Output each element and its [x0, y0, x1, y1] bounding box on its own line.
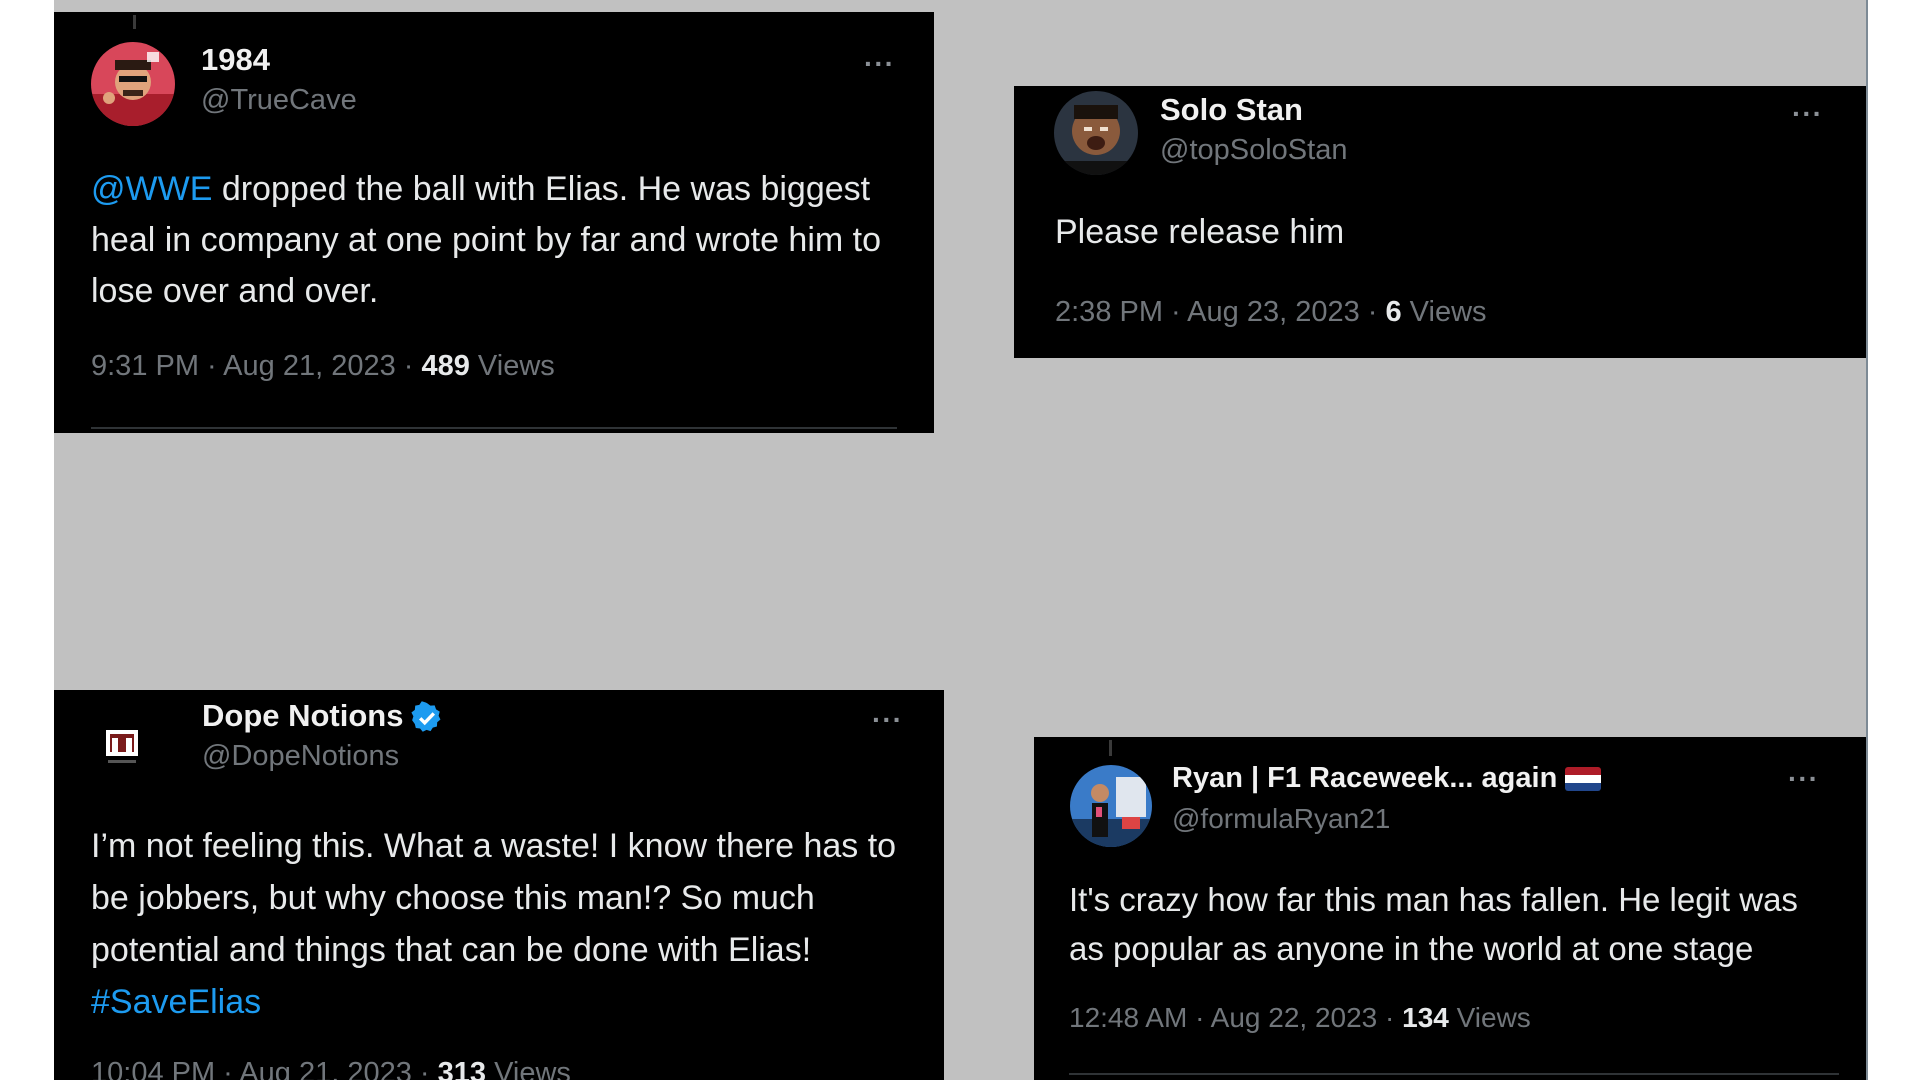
tweet-meta: 10:04 PM · Aug 21, 2023 · 313 Views [91, 1057, 571, 1080]
more-options-icon[interactable]: ··· [1788, 763, 1819, 795]
avatar-image [1070, 765, 1152, 847]
more-options-icon[interactable]: ··· [864, 48, 895, 80]
avatar-dopenotions[interactable] [80, 704, 164, 788]
screenshot-canvas: 1984 @TrueCave ··· @WWE dropped the ball… [0, 0, 1920, 1080]
tweet-text: I’m not feeling this. What a waste! I kn… [91, 820, 921, 1028]
avatar-formularyan21[interactable] [1070, 765, 1152, 847]
tweet-text: It's crazy how far this man has fallen. … [1069, 881, 1798, 967]
thread-connector [1109, 740, 1112, 756]
tweet-meta: 12:48 AM · Aug 22, 2023 · 134 Views [1069, 1002, 1531, 1034]
divider [91, 427, 897, 429]
divider [1069, 1073, 1839, 1075]
views-label: Views [1448, 1002, 1531, 1033]
avatar-image [1054, 91, 1138, 175]
dope-notions-logo-icon [80, 704, 164, 788]
display-name-text: Ryan | F1 Raceweek... again [1172, 762, 1558, 794]
tweet-text: Please release him [1055, 213, 1345, 251]
timestamp-link[interactable]: 2:38 PM · Aug 23, 2023 · [1055, 296, 1385, 328]
display-name[interactable]: 1984 [201, 42, 270, 78]
views-label: Views [486, 1057, 571, 1080]
thread-connector [133, 15, 136, 29]
timestamp-link[interactable]: 12:48 AM · Aug 22, 2023 · [1069, 1002, 1402, 1033]
display-name[interactable]: Dope Notions [202, 698, 444, 735]
border-line [1866, 0, 1868, 1080]
tweet-card-formularyan21[interactable]: Ryan | F1 Raceweek... again @formulaRyan… [1034, 737, 1866, 1080]
timestamp-link[interactable]: 9:31 PM · Aug 21, 2023 · [91, 350, 421, 382]
more-options-icon[interactable]: ··· [872, 704, 903, 736]
more-options-icon[interactable]: ··· [1792, 98, 1823, 130]
view-count: 313 [437, 1057, 487, 1080]
avatar-truecave[interactable] [91, 42, 175, 126]
hashtag-link[interactable]: #SaveElias [91, 983, 261, 1021]
mention-link[interactable]: @WWE [91, 170, 212, 208]
tweet-card-dopenotions[interactable]: Dope Notions @DopeNotions ··· I’m not fe… [54, 690, 944, 1080]
verified-badge-icon [410, 701, 440, 732]
avatar-toposolostan[interactable] [1054, 91, 1138, 175]
user-handle[interactable]: @TrueCave [201, 84, 357, 117]
user-handle[interactable]: @DopeNotions [202, 740, 399, 773]
tweet-card-truecave[interactable]: 1984 @TrueCave ··· @WWE dropped the ball… [54, 12, 934, 433]
display-name-text: Dope Notions [202, 698, 404, 733]
views-label: Views [1401, 296, 1487, 328]
display-name[interactable]: Ryan | F1 Raceweek... again [1172, 762, 1602, 795]
timestamp-link[interactable]: 10:04 PM · Aug 21, 2023 · [91, 1057, 438, 1080]
view-count: 489 [421, 350, 470, 382]
display-name[interactable]: Solo Stan [1160, 92, 1303, 128]
user-handle[interactable]: @topSoloStan [1160, 134, 1347, 167]
netherlands-flag-icon [1565, 767, 1602, 792]
tweet-meta: 2:38 PM · Aug 23, 2023 · 6 Views [1055, 296, 1487, 329]
tweet-body-text: I’m not feeling this. What a waste! I kn… [91, 827, 897, 969]
tweet-card-toposolostan[interactable]: Solo Stan @topSoloStan ··· Please releas… [1014, 86, 1866, 358]
view-count: 6 [1385, 296, 1402, 328]
tweet-meta: 9:31 PM · Aug 21, 2023 · 489 Views [91, 350, 555, 383]
avatar-image [91, 42, 175, 126]
tweet-text: @WWE dropped the ball with Elias. He was… [91, 164, 911, 317]
view-count: 134 [1402, 1002, 1449, 1033]
user-handle[interactable]: @formulaRyan21 [1172, 803, 1390, 835]
views-label: Views [469, 350, 555, 382]
